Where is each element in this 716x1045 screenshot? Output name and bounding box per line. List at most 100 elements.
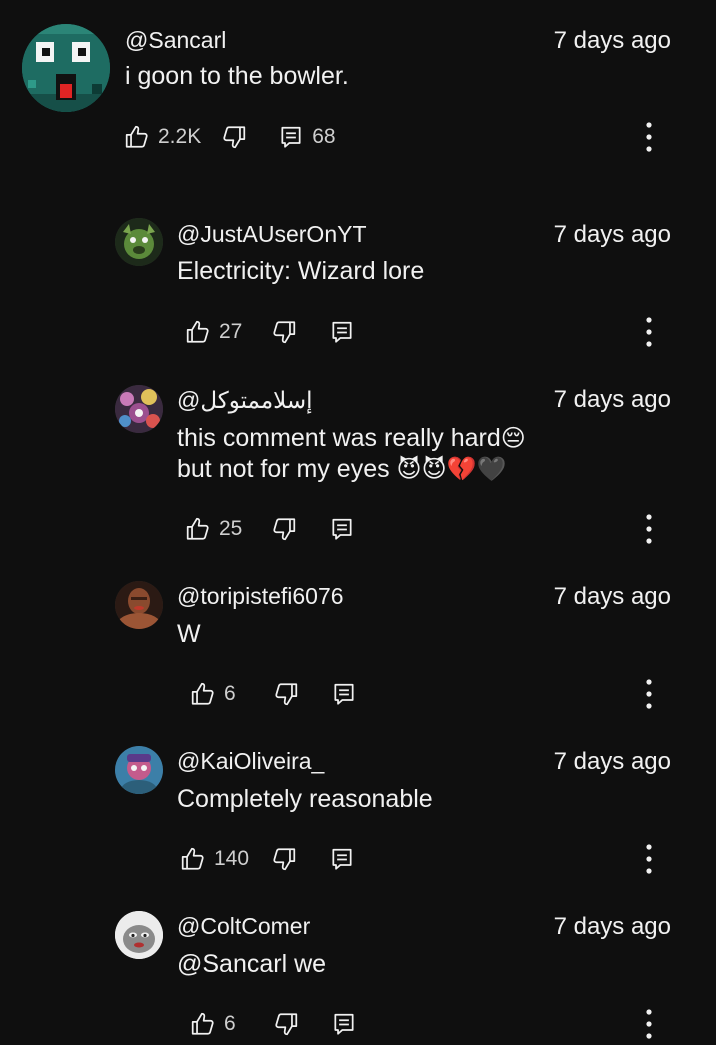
- like-button[interactable]: 27: [185, 319, 242, 345]
- comment-text-line: @Sancarl we: [177, 950, 327, 978]
- like-count: 25: [219, 517, 243, 540]
- reply-icon: [278, 124, 304, 150]
- reply-icon: [329, 516, 355, 542]
- thumb-up-icon: [124, 124, 150, 150]
- thumb-up-icon: [185, 319, 211, 345]
- more-options-button[interactable]: [644, 843, 654, 875]
- comment-actions: 6: [190, 1008, 357, 1040]
- comment-author[interactable]: @ColtComer: [177, 913, 310, 940]
- comment-author[interactable]: @إسلاممتوكل: [177, 387, 313, 414]
- thumb-up-icon: [185, 516, 211, 542]
- comment-text: Completely reasonable: [177, 784, 433, 815]
- reply-item: @toripistefi6076 7 days ago W 6: [0, 565, 716, 730]
- comment-text: Electricity: Wizard lore: [177, 256, 424, 287]
- thumb-up-icon: [190, 681, 216, 707]
- comment-text-span: but not for my eyes: [177, 455, 397, 483]
- reply-item: @إسلاممتوكل 7 days ago this comment was …: [0, 365, 716, 565]
- comment-text: W: [177, 619, 201, 650]
- comment-text-line: this comment was really hard😔: [177, 423, 526, 454]
- more-options-button[interactable]: [644, 513, 654, 545]
- reply-button[interactable]: [329, 516, 355, 542]
- more-vertical-icon: [644, 843, 654, 875]
- reply-item: @ColtComer 7 days ago @Sancarl we 6: [0, 895, 716, 1045]
- comment-timestamp: 7 days ago: [553, 27, 671, 54]
- reply-button[interactable]: [331, 1011, 357, 1037]
- comment-actions: 6: [190, 678, 357, 710]
- comment-author[interactable]: @KaiOliveira_: [177, 748, 324, 775]
- more-options-button[interactable]: [644, 316, 654, 348]
- more-options-button[interactable]: [644, 121, 654, 153]
- comment-actions: 27: [185, 316, 355, 348]
- comment-text: i goon to the bowler.: [125, 61, 349, 92]
- dislike-button[interactable]: [273, 1011, 299, 1037]
- more-vertical-icon: [644, 316, 654, 348]
- more-options-button[interactable]: [644, 1008, 654, 1040]
- more-vertical-icon: [644, 678, 654, 710]
- comment-author[interactable]: @toripistefi6076: [177, 583, 344, 610]
- thumb-down-icon: [273, 1011, 299, 1037]
- thumb-down-icon: [271, 319, 297, 345]
- dislike-button[interactable]: [271, 846, 297, 872]
- comment-actions: 140: [180, 843, 355, 875]
- comment-timestamp: 7 days ago: [553, 583, 671, 610]
- comment-timestamp: 7 days ago: [553, 913, 671, 940]
- like-button[interactable]: 6: [190, 681, 236, 707]
- reply-count: 68: [312, 125, 336, 148]
- comment-actions: 2.2K 68: [124, 121, 336, 153]
- comment-text: this comment was really hard😔 but not fo…: [177, 423, 526, 485]
- comment-text-span: this comment was really hard: [177, 424, 501, 452]
- emoji: 😈😈💔🖤: [396, 455, 507, 483]
- like-count: 6: [224, 682, 236, 705]
- comment-text-line: Electricity: Wizard lore: [177, 257, 425, 285]
- comment-text-line: i goon to the bowler.: [125, 62, 349, 90]
- comment-timestamp: 7 days ago: [553, 221, 671, 248]
- avatar[interactable]: [115, 746, 163, 794]
- comment-text: @Sancarl we: [177, 949, 326, 980]
- thumb-up-icon: [190, 1011, 216, 1037]
- reply-button[interactable]: [329, 846, 355, 872]
- thumb-down-icon: [273, 681, 299, 707]
- thumb-up-icon: [180, 846, 206, 872]
- like-button[interactable]: 2.2K: [124, 124, 201, 150]
- comment-author[interactable]: @Sancarl: [125, 27, 226, 54]
- comment-author[interactable]: @JustAUserOnYT: [177, 221, 367, 248]
- reply-icon: [329, 846, 355, 872]
- more-vertical-icon: [644, 121, 654, 153]
- comment-item: @Sancarl 7 days ago i goon to the bowler…: [0, 0, 716, 190]
- avatar[interactable]: [115, 581, 163, 629]
- dislike-button[interactable]: [271, 516, 297, 542]
- avatar[interactable]: [22, 24, 110, 112]
- thumb-down-icon: [271, 516, 297, 542]
- comment-text-line: W: [177, 620, 201, 648]
- comment-actions: 25: [185, 513, 355, 545]
- comment-text-line: Completely reasonable: [177, 785, 433, 813]
- comment-text-line: but not for my eyes 😈😈💔🖤: [177, 454, 526, 485]
- dislike-button[interactable]: [271, 319, 297, 345]
- thumb-down-icon: [271, 846, 297, 872]
- reply-button[interactable]: 68: [278, 124, 336, 150]
- like-count: 140: [214, 847, 250, 870]
- emoji: 😔: [500, 424, 526, 452]
- like-button[interactable]: 140: [180, 846, 249, 872]
- avatar[interactable]: [115, 385, 163, 433]
- thumb-down-icon: [221, 124, 247, 150]
- reply-icon: [331, 681, 357, 707]
- reply-item: @JustAUserOnYT 7 days ago Electricity: W…: [0, 190, 716, 365]
- reply-button[interactable]: [331, 681, 357, 707]
- more-options-button[interactable]: [644, 678, 654, 710]
- reply-icon: [331, 1011, 357, 1037]
- comment-timestamp: 7 days ago: [553, 386, 671, 413]
- reply-button[interactable]: [329, 319, 355, 345]
- dislike-button[interactable]: [273, 681, 299, 707]
- like-button[interactable]: 25: [185, 516, 242, 542]
- like-button[interactable]: 6: [190, 1011, 236, 1037]
- more-vertical-icon: [644, 1008, 654, 1040]
- dislike-button[interactable]: [221, 124, 247, 150]
- reply-item: @KaiOliveira_ 7 days ago Completely reas…: [0, 730, 716, 895]
- avatar[interactable]: [115, 911, 163, 959]
- like-count: 27: [219, 320, 243, 343]
- more-vertical-icon: [644, 513, 654, 545]
- like-count: 6: [224, 1012, 236, 1035]
- avatar[interactable]: [115, 218, 163, 266]
- reply-icon: [329, 319, 355, 345]
